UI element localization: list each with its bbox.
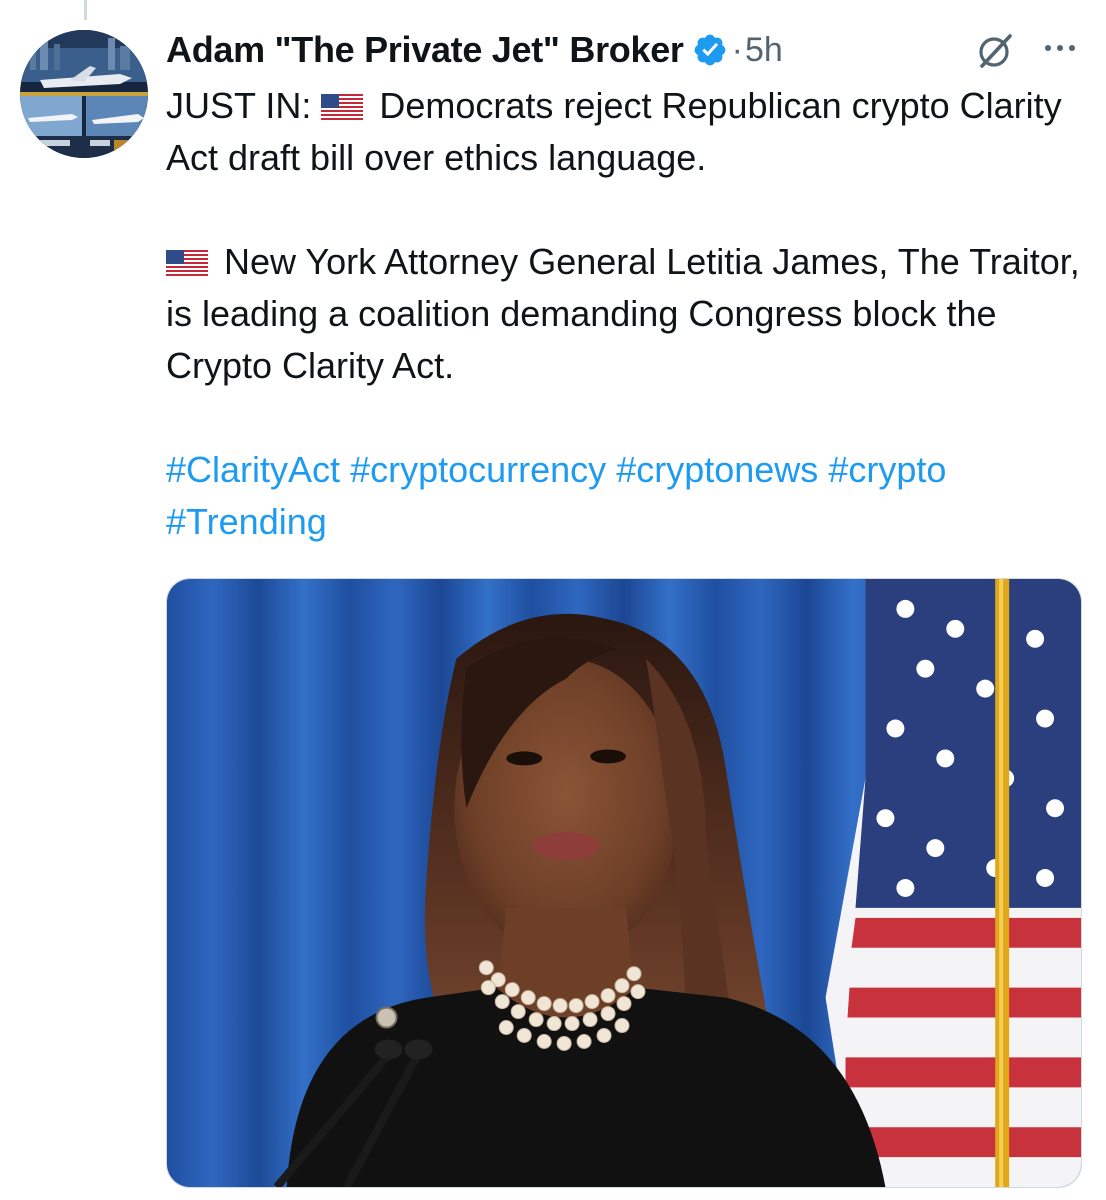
- tweet-header: Adam "The Private Jet" Broker · 5h: [166, 24, 783, 76]
- paragraph-2-body: New York Attorney General Letitia James,…: [166, 241, 1080, 386]
- thread-connector-line: [84, 0, 87, 20]
- author-display-name[interactable]: Adam "The Private Jet" Broker: [166, 29, 684, 71]
- hashtag-link[interactable]: #Trending: [166, 501, 327, 542]
- tweet-paragraph-1: JUST IN: Democrats reject Republican cry…: [166, 80, 1086, 184]
- tweet-text: JUST IN: Democrats reject Republican cry…: [166, 80, 1086, 548]
- hashtag-link[interactable]: #cryptocurrency: [350, 449, 606, 490]
- hashtag-link[interactable]: #cryptonews: [616, 449, 818, 490]
- avatar[interactable]: [20, 30, 148, 158]
- us-flag-icon: [166, 250, 208, 276]
- press-conference-photo: [167, 579, 1081, 1187]
- more-icon[interactable]: [1040, 36, 1080, 60]
- grok-icon[interactable]: [974, 30, 1016, 72]
- hashtag-link[interactable]: #crypto: [828, 449, 946, 490]
- breaking-prefix: JUST IN:: [166, 85, 312, 126]
- hashtag-list: #ClarityAct #cryptocurrency #cryptonews …: [166, 444, 1086, 548]
- private-jet-collage-avatar-icon: [20, 30, 148, 158]
- tweet-media-photo[interactable]: [166, 578, 1082, 1188]
- verified-badge-icon[interactable]: [692, 32, 728, 68]
- tweet-paragraph-2: New York Attorney General Letitia James,…: [166, 236, 1086, 392]
- hashtag-link[interactable]: #ClarityAct: [166, 449, 340, 490]
- tweet-timestamp[interactable]: 5h: [745, 31, 783, 70]
- us-flag-icon: [321, 94, 364, 120]
- header-separator: ·: [731, 30, 743, 69]
